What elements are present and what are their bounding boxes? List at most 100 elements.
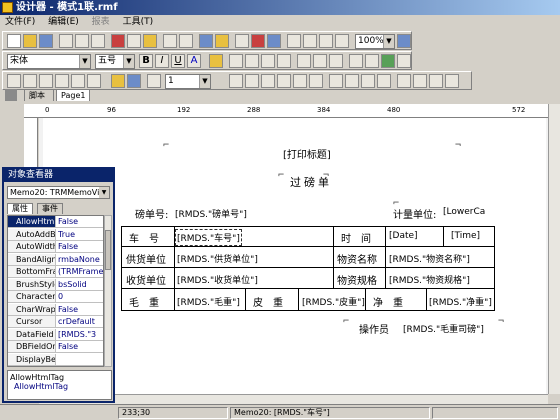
font-size-select[interactable]: 五号 ▼ <box>95 54 135 69</box>
property-row[interactable]: BottomFram(TRMFrame <box>8 266 103 278</box>
bill-no-label[interactable]: 磅单号: <box>135 206 168 221</box>
space-vert-icon[interactable] <box>345 74 359 88</box>
delete-page-icon[interactable] <box>251 34 265 48</box>
operator-field[interactable]: [RMDS."毛重司磅"] <box>403 322 484 335</box>
net-weight-label[interactable]: 净 重 <box>373 294 403 309</box>
date-field[interactable]: [Date] <box>389 231 418 241</box>
tab-properties[interactable]: 属性 <box>7 203 33 214</box>
align-right-icon[interactable] <box>261 54 275 68</box>
align-justify-icon[interactable] <box>277 54 291 68</box>
property-value[interactable]: False <box>58 304 103 315</box>
menu-file[interactable]: 文件(F) <box>0 15 40 30</box>
paste-icon[interactable] <box>143 34 157 48</box>
properties-icon[interactable] <box>335 34 349 48</box>
tab-script[interactable]: 脚本 <box>24 89 54 101</box>
frame-none-icon[interactable] <box>87 74 101 88</box>
material-spec-field[interactable]: [RMDS."物资规格"] <box>389 273 470 286</box>
gross-weight-label[interactable]: 毛 重 <box>129 294 159 309</box>
design-canvas[interactable]: ⌐ ¬ ⌐ ¬ ⌐ ⌐ ¬ [打印标题] 过磅单 磅单号: [RMDS."磅单号… <box>39 118 548 394</box>
supplier-label[interactable]: 供货单位 <box>126 251 166 266</box>
cut-icon[interactable] <box>111 34 125 48</box>
redo-icon[interactable] <box>179 34 193 48</box>
object-select[interactable]: Memo20: TRMMemoView ▼ <box>7 186 110 199</box>
menu-edit[interactable]: 编辑(E) <box>43 15 84 30</box>
property-row[interactable]: DataField [RMDS."3 <box>8 328 103 341</box>
align-left-icon[interactable] <box>229 54 243 68</box>
property-row[interactable]: AutoAddBlaTrue <box>8 228 103 241</box>
frame-all-icon[interactable] <box>71 74 85 88</box>
supplier-field[interactable]: [RMDS."供货单位"] <box>177 252 258 265</box>
align-tops-icon[interactable] <box>277 74 291 88</box>
send-back-icon[interactable] <box>215 34 229 48</box>
same-height-icon[interactable] <box>413 74 427 88</box>
align-rights-icon[interactable] <box>261 74 275 88</box>
print-icon[interactable] <box>75 34 89 48</box>
italic-icon[interactable]: I <box>155 54 169 68</box>
size-grid-icon[interactable] <box>445 74 459 88</box>
material-name-label[interactable]: 物资名称 <box>337 251 377 266</box>
scroll-thumb[interactable] <box>105 230 111 270</box>
formula-icon[interactable] <box>381 54 395 68</box>
menu-report[interactable]: 报表 <box>87 15 115 30</box>
property-value[interactable]: True <box>58 229 103 240</box>
property-row[interactable]: AutoWidth False <box>8 241 103 253</box>
material-spec-label[interactable]: 物资规格 <box>337 272 377 287</box>
property-row[interactable]: DBFieldOnl False <box>8 341 103 353</box>
valign-bottom-icon[interactable] <box>329 54 343 68</box>
valign-top-icon[interactable] <box>297 54 311 68</box>
print-preview-icon[interactable] <box>59 34 73 48</box>
frame-right-icon[interactable] <box>55 74 69 88</box>
line-width-select[interactable]: 1 ▼ <box>165 74 211 89</box>
font-color-icon[interactable]: A <box>187 54 201 68</box>
copy-icon[interactable] <box>127 34 141 48</box>
align-grid-icon[interactable] <box>303 34 317 48</box>
highlight-icon[interactable] <box>209 54 223 68</box>
property-row[interactable]: CharWrap False <box>8 303 103 316</box>
unit-label[interactable]: 计量单位: <box>393 206 436 221</box>
property-value[interactable]: False <box>58 241 103 252</box>
property-row[interactable]: Cursor crDefault <box>8 316 103 328</box>
select-all-icon[interactable] <box>235 34 249 48</box>
report-doc-title[interactable]: 过磅单 <box>290 174 332 190</box>
property-value[interactable]: 0 <box>58 291 103 302</box>
property-value[interactable]: bsSolid <box>58 279 103 290</box>
property-value[interactable]: False <box>58 341 103 352</box>
align-lefts-icon[interactable] <box>229 74 243 88</box>
property-row[interactable]: CharacterS0 <box>8 291 103 303</box>
line-style-icon[interactable] <box>147 74 161 88</box>
gross-weight-field[interactable]: [RMDS."毛重"] <box>177 295 240 308</box>
report-title-field[interactable]: [打印标题] <box>283 146 331 161</box>
frame-top-icon[interactable] <box>7 74 21 88</box>
tare-weight-label[interactable]: 皮 重 <box>253 294 283 309</box>
operator-label[interactable]: 操作员 <box>359 321 389 336</box>
save-icon[interactable] <box>39 34 53 48</box>
add-page-icon[interactable] <box>267 34 281 48</box>
material-name-field[interactable]: [RMDS."物资名称"] <box>389 252 470 265</box>
undo-icon[interactable] <box>163 34 177 48</box>
shape-tool-icon[interactable] <box>15 89 17 101</box>
time-label[interactable]: 时 间 <box>341 230 371 245</box>
page-setup-icon[interactable] <box>319 34 333 48</box>
same-width-icon[interactable] <box>397 74 411 88</box>
tab-events[interactable]: 事件 <box>37 203 63 214</box>
zoom-select[interactable]: 100% ▼ <box>355 34 395 49</box>
valign-middle-icon[interactable] <box>313 54 327 68</box>
horizontal-scrollbar[interactable] <box>39 394 548 404</box>
property-row[interactable]: BandAlign rmbaNone <box>8 253 103 266</box>
frame-bottom-icon[interactable] <box>39 74 53 88</box>
car-no-field[interactable]: [RMDS."车号"] <box>175 229 242 246</box>
car-no-label[interactable]: 车 号 <box>129 230 159 245</box>
grid-icon[interactable] <box>287 34 301 48</box>
unit-field[interactable]: [LowerCa <box>443 207 485 217</box>
word-wrap-icon[interactable] <box>349 54 363 68</box>
report-page[interactable]: ⌐ ¬ ⌐ ¬ ⌐ ⌐ ¬ [打印标题] 过磅单 磅单号: [RMDS."磅单号… <box>43 118 546 394</box>
property-value[interactable]: (TRMFrame <box>58 266 103 277</box>
align-bottoms-icon[interactable] <box>309 74 323 88</box>
find-icon[interactable] <box>91 34 105 48</box>
vertical-scrollbar[interactable] <box>548 104 560 394</box>
property-row[interactable]: AllowHtmlTFalse <box>8 216 103 228</box>
property-value[interactable]: False <box>58 216 103 227</box>
frame-left-icon[interactable] <box>23 74 37 88</box>
bill-no-field[interactable]: [RMDS."磅单号"] <box>175 207 247 220</box>
property-row[interactable]: BrushStyle bsSolid <box>8 278 103 291</box>
